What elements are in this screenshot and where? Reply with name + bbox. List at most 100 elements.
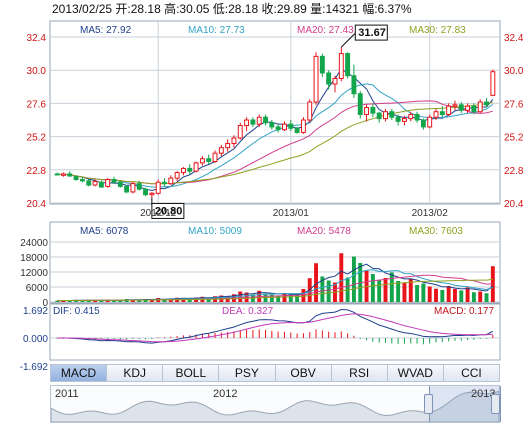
candle-body bbox=[370, 107, 376, 114]
price-panel bbox=[49, 20, 501, 205]
candle-body bbox=[263, 116, 268, 124]
candle-body bbox=[326, 72, 332, 85]
candle-body bbox=[458, 104, 464, 111]
candle-body bbox=[477, 101, 483, 113]
tab-cci[interactable]: CCI bbox=[444, 365, 499, 381]
price-legend-item: MA30: 27.83 bbox=[409, 25, 466, 36]
volume-bar bbox=[396, 281, 401, 302]
volume-bar bbox=[484, 293, 489, 302]
volume-bar bbox=[402, 283, 407, 302]
volume-axis: 24000180001200060000 bbox=[20, 238, 48, 309]
volume-bar bbox=[282, 293, 287, 302]
price-tick-left: 20.4 bbox=[27, 199, 47, 210]
tab-boll[interactable]: BOLL bbox=[163, 365, 220, 381]
tab-obv[interactable]: OBV bbox=[276, 365, 332, 381]
volume-tick: 12000 bbox=[20, 268, 48, 279]
candle-body bbox=[446, 105, 452, 115]
candle-body bbox=[313, 55, 319, 103]
macd-tick: 0.000 bbox=[23, 334, 48, 345]
candle-body bbox=[218, 147, 224, 154]
candle-body bbox=[67, 173, 73, 177]
price-tick-right: 32.4 bbox=[504, 33, 524, 44]
candle-body bbox=[439, 111, 445, 115]
candle-body bbox=[389, 111, 395, 118]
candle-body bbox=[86, 180, 92, 186]
candle-body bbox=[180, 167, 186, 174]
candle-body bbox=[420, 119, 426, 128]
candle-body bbox=[105, 178, 111, 187]
candle-body bbox=[98, 181, 104, 188]
candle-body bbox=[79, 178, 85, 182]
candle-body bbox=[155, 181, 161, 194]
candle-body bbox=[168, 177, 174, 185]
price-legend-item: MA10: 27.73 bbox=[188, 25, 245, 36]
volume-bar bbox=[440, 290, 445, 302]
candle-body bbox=[250, 119, 256, 125]
candle-body bbox=[136, 183, 142, 190]
high-annotation-label: 31.67 bbox=[358, 27, 386, 39]
candle-body bbox=[111, 178, 117, 183]
candle-body bbox=[92, 181, 98, 186]
candle-body bbox=[244, 119, 250, 127]
volume-bar bbox=[389, 272, 394, 302]
candle-body bbox=[54, 173, 60, 176]
candle-body bbox=[300, 119, 306, 133]
price-tick-right: 27.6 bbox=[504, 99, 524, 110]
candle-body bbox=[187, 167, 193, 172]
volume-tick: 24000 bbox=[20, 238, 48, 249]
candle-body bbox=[275, 126, 281, 131]
date-axis: 2012/12 2013/01 2013/02 bbox=[140, 208, 448, 219]
price-tick-left: 30.0 bbox=[27, 66, 47, 77]
candle-body bbox=[288, 123, 294, 129]
macd-tick: -1.692 bbox=[20, 362, 49, 373]
volume-legend-item: MA5: 6078 bbox=[80, 226, 129, 237]
navigator-year-2012: 2012 bbox=[213, 388, 238, 400]
macd-tick: 1.692 bbox=[23, 306, 48, 317]
navigator-left-handle[interactable] bbox=[424, 394, 433, 414]
candle-body bbox=[174, 172, 180, 179]
price-tick-left: 22.8 bbox=[27, 166, 47, 177]
price-tick-right: 20.4 bbox=[504, 199, 524, 210]
volume-bar bbox=[301, 289, 306, 302]
price-axis-right: 32.4 30.0 27.6 25.2 22.8 20.4 bbox=[504, 33, 524, 210]
candle-body bbox=[225, 143, 231, 149]
candle-body bbox=[471, 105, 477, 113]
price-tick-left: 32.4 bbox=[27, 33, 47, 44]
candle-body bbox=[319, 55, 325, 74]
tab-macd[interactable]: MACD bbox=[51, 365, 108, 381]
candle-body bbox=[282, 123, 287, 131]
candle-body bbox=[383, 111, 388, 120]
header-summary: 2013/02/25 开:28.18 高:30.05 低:28.18 收:29.… bbox=[52, 1, 412, 16]
price-tick-left: 27.6 bbox=[27, 99, 47, 110]
navigator-right-handle[interactable] bbox=[491, 394, 500, 414]
candle-body bbox=[130, 183, 136, 193]
tab-wvad[interactable]: WVAD bbox=[388, 365, 444, 381]
candle-body bbox=[465, 105, 471, 111]
candle-body bbox=[124, 185, 130, 193]
tab-kdj[interactable]: KDJ bbox=[107, 365, 164, 381]
price-tick-right: 25.2 bbox=[504, 133, 524, 144]
candle-body bbox=[351, 75, 357, 95]
candle-body bbox=[414, 113, 420, 121]
macd-legend-dif: DIF: 0.415 bbox=[53, 306, 100, 317]
candle-body bbox=[73, 176, 79, 180]
candle-body bbox=[149, 192, 155, 196]
volume-bar bbox=[465, 287, 470, 302]
candle-body bbox=[212, 152, 218, 162]
volume-bar bbox=[471, 292, 476, 302]
price-legend-item: MA20: 27.43 bbox=[297, 25, 354, 36]
indicator-tabs: MACD KDJ BOLL PSY OBV RSI WVAD CCI bbox=[50, 364, 500, 382]
volume-bar bbox=[421, 283, 426, 302]
range-navigator[interactable]: 2011 2012 2013 bbox=[50, 385, 501, 423]
candle-body bbox=[269, 122, 275, 128]
volume-bar bbox=[415, 285, 420, 302]
tab-rsi[interactable]: RSI bbox=[332, 365, 388, 381]
tab-psy[interactable]: PSY bbox=[219, 365, 276, 381]
volume-bar bbox=[339, 253, 344, 302]
candle-body bbox=[427, 116, 433, 128]
volume-bar bbox=[370, 274, 375, 302]
volume-bar bbox=[446, 286, 451, 302]
candle-body bbox=[433, 111, 439, 118]
candle-body bbox=[332, 78, 338, 85]
candle-body bbox=[364, 107, 370, 115]
